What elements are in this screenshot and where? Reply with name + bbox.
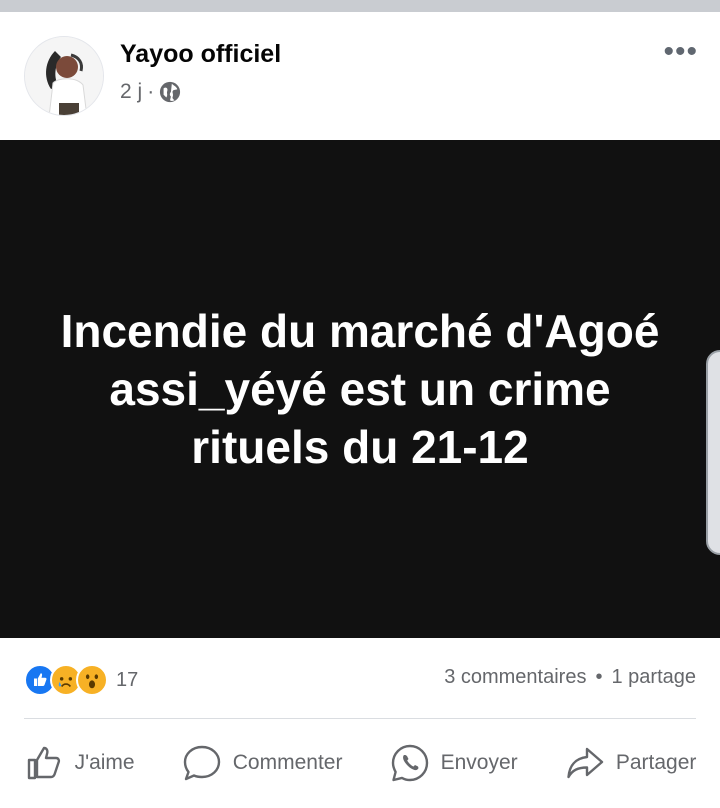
globe-icon (159, 81, 181, 103)
like-button[interactable]: J'aime (20, 737, 139, 789)
post-meta: 2 j · (120, 80, 181, 104)
thumbs-up-icon (27, 746, 60, 780)
meta-dot: · (147, 80, 155, 103)
comments-count[interactable]: 3 commentaires (444, 666, 586, 689)
shares-count[interactable]: 1 partage (611, 666, 696, 689)
comment-bubble-icon (183, 745, 220, 781)
whatsapp-icon (391, 744, 428, 782)
share-arrow-icon (567, 747, 604, 779)
author-name[interactable]: Yayoo officiel (120, 40, 281, 69)
like-label: J'aime (74, 751, 135, 774)
send-label: Envoyer (440, 751, 518, 774)
side-scroll-handle[interactable] (706, 350, 720, 555)
post-media[interactable]: Incendie du marché d'Agoé assi_yéyé est … (0, 140, 720, 638)
reactions-summary[interactable]: 17 (24, 664, 138, 696)
post-header: Yayoo officiel 2 j · ••• (0, 12, 720, 140)
stats-separator: • (595, 666, 603, 688)
author-avatar[interactable] (24, 36, 104, 116)
media-text: Incendie du marché d'Agoé assi_yéyé est … (60, 305, 660, 473)
avatar-image (25, 37, 103, 115)
post-actions: J'aime Commenter Envoyer Partager (0, 734, 720, 792)
send-button[interactable]: Envoyer (386, 737, 522, 789)
share-button[interactable]: Partager (561, 737, 701, 789)
post-time[interactable]: 2 j (120, 80, 142, 104)
comment-label: Commenter (232, 751, 343, 774)
more-options-icon[interactable]: ••• (663, 37, 698, 67)
reaction-count[interactable]: 17 (116, 669, 138, 692)
post-card: Yayoo officiel 2 j · ••• Incendie du mar… (0, 12, 720, 808)
wow-reaction-icon (76, 664, 108, 696)
actions-divider (24, 718, 696, 719)
share-label: Partager (615, 751, 697, 774)
comment-button[interactable]: Commenter (178, 737, 347, 789)
engagement-summary: 3 commentaires • 1 partage (444, 666, 696, 689)
post-stats: 17 3 commentaires • 1 partage (24, 662, 696, 698)
